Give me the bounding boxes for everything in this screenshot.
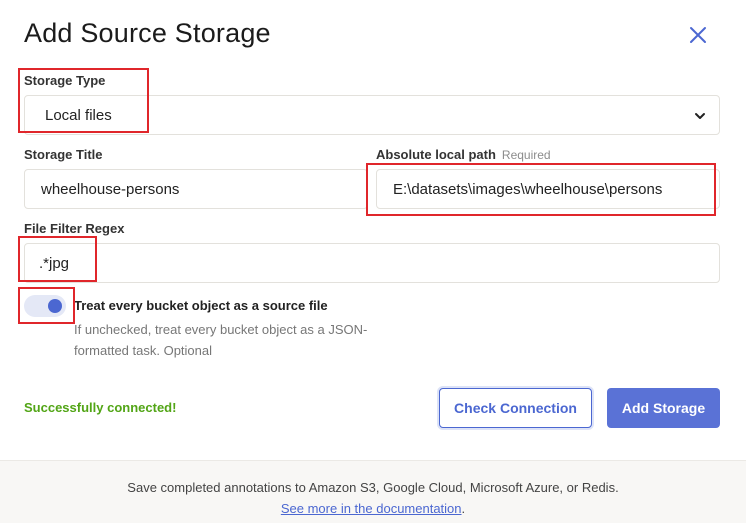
toggle-description: If unchecked, treat every bucket object … xyxy=(74,322,368,358)
storage-title-label: Storage Title xyxy=(24,147,103,162)
storage-title-input[interactable]: wheelhouse-persons xyxy=(24,169,368,209)
required-badge: Required xyxy=(501,148,551,162)
footer: Save completed annotations to Amazon S3,… xyxy=(0,460,746,523)
footer-text: Save completed annotations to Amazon S3,… xyxy=(127,480,619,495)
local-path-label-text: Absolute local path xyxy=(376,147,496,162)
file-filter-input[interactable]: .*jpg xyxy=(24,243,720,283)
storage-type-select[interactable]: Local files xyxy=(24,95,720,135)
storage-type-label: Storage Type xyxy=(24,73,106,88)
toggle-title: Treat every bucket object as a source fi… xyxy=(74,298,328,313)
check-connection-button[interactable]: Check Connection xyxy=(439,388,592,428)
documentation-link[interactable]: See more in the documentation xyxy=(281,501,462,516)
chevron-down-icon xyxy=(695,113,705,119)
file-filter-label: File Filter Regex xyxy=(24,221,125,236)
add-storage-button[interactable]: Add Storage xyxy=(607,388,720,428)
file-filter-value: .*jpg xyxy=(39,254,70,272)
local-path-input[interactable]: E:\datasets\images\wheelhouse\persons xyxy=(376,169,720,209)
storage-type-value: Local files xyxy=(45,106,112,124)
footer-link-line: See more in the documentation. xyxy=(0,501,746,516)
footer-link-suffix: . xyxy=(461,501,466,516)
storage-title-value: wheelhouse-persons xyxy=(41,180,180,198)
local-path-label: Absolute local path Required xyxy=(376,147,551,162)
treat-as-source-toggle[interactable] xyxy=(24,295,66,317)
connection-status: Successfully connected! xyxy=(24,400,177,415)
local-path-value: E:\datasets\images\wheelhouse\persons xyxy=(393,180,663,198)
dialog-title: Add Source Storage xyxy=(24,18,271,48)
close-icon[interactable] xyxy=(686,23,710,47)
toggle-knob xyxy=(48,299,62,313)
